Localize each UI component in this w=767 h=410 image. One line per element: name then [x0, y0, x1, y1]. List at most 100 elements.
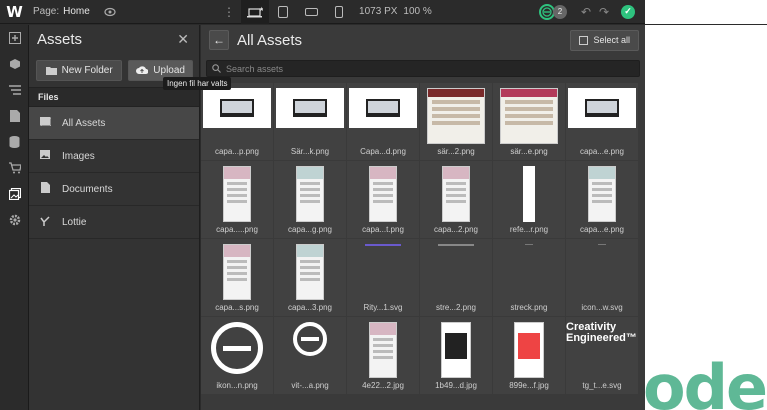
close-icon[interactable]: ✕: [177, 31, 189, 48]
desktop-breakpoint-button[interactable]: ★: [241, 0, 270, 24]
search-input[interactable]: [226, 63, 639, 74]
collaborators[interactable]: 2: [539, 3, 567, 20]
asset-tile[interactable]: Capa...d.png: [347, 83, 419, 160]
sidebar-item-lottie[interactable]: Lottie: [29, 206, 199, 239]
upload-label: Upload: [153, 65, 185, 76]
asset-filename: streck.png: [510, 303, 548, 312]
design-canvas[interactable]: ode: [645, 25, 767, 410]
asset-filename: Rity...1.svg: [363, 303, 403, 312]
asset-thumbnail: [296, 166, 324, 222]
asset-thumbnail: [369, 166, 397, 222]
undo-icon[interactable]: ↶: [577, 5, 595, 19]
collaborator-count: 2: [553, 4, 567, 19]
asset-tile[interactable]: capa...t.png: [347, 161, 419, 238]
mobile-portrait-icon: [335, 5, 344, 18]
assets-panel: Assets ✕ New Folder Upload Ingen fil har…: [29, 25, 232, 410]
asset-tile[interactable]: capa...e.png: [566, 83, 638, 160]
webflow-logo[interactable]: W: [0, 0, 29, 24]
asset-tile[interactable]: stre...2.png: [420, 239, 492, 316]
cms-database-icon[interactable]: [0, 129, 29, 155]
asset-tile[interactable]: icon...w.svg: [566, 239, 638, 316]
asset-tile[interactable]: 899e...f.jpg: [493, 317, 565, 394]
asset-filename: capa...e.png: [579, 147, 625, 156]
all-assets-title: All Assets: [237, 31, 303, 49]
sidebar-item-images[interactable]: Images: [29, 140, 199, 173]
asset-text-preview: Creativity Engineered™: [566, 321, 637, 344]
page-name: Home: [63, 6, 90, 17]
symbols-cube-icon[interactable]: [0, 51, 29, 77]
page-label: Page:: [33, 6, 60, 17]
asset-thumbnail: [525, 244, 533, 245]
asset-thumbnail: [438, 244, 474, 246]
mobile-portrait-breakpoint-button[interactable]: [325, 0, 353, 24]
asset-tile[interactable]: 1b49...d.jpg: [420, 317, 492, 394]
asset-tile[interactable]: capa...s.png: [201, 239, 273, 316]
tablet-breakpoint-button[interactable]: [269, 0, 297, 24]
asset-thumbnail: [349, 88, 417, 128]
asset-filename: Sär...k.png: [290, 147, 330, 156]
asset-tile[interactable]: Sär...k.png: [274, 83, 346, 160]
all-assets-panel: ← All Assets Select all capa...p.png Sär.…: [201, 25, 645, 410]
sidebar-item-label: Lottie: [62, 216, 87, 228]
asset-thumbnail: [500, 88, 558, 144]
new-folder-button[interactable]: New Folder: [36, 60, 123, 81]
preview-eye-icon[interactable]: [104, 7, 116, 17]
search-icon: [212, 64, 221, 73]
asset-tile[interactable]: sär...e.png: [493, 83, 565, 160]
asset-grid: capa...p.png Sär...k.png Capa...d.png sär..…: [201, 83, 645, 394]
asset-tile[interactable]: Rity...1.svg: [347, 239, 419, 316]
sidebar-item-all-assets[interactable]: All Assets: [29, 107, 199, 140]
checkbox-icon: [579, 35, 589, 45]
asset-thumbnail: [441, 322, 471, 378]
asset-tile[interactable]: streck.png: [493, 239, 565, 316]
asset-filename: capa...e.png: [579, 225, 625, 234]
add-elements-icon[interactable]: [0, 25, 29, 51]
asset-filename: stre...2.png: [435, 303, 477, 312]
publish-status-check-icon[interactable]: ✓: [621, 4, 635, 19]
asset-thumbnail: [568, 88, 636, 128]
asset-tile[interactable]: ikon...n.png: [201, 317, 273, 394]
asset-tile[interactable]: capa.....png: [201, 161, 273, 238]
mobile-landscape-breakpoint-button[interactable]: [297, 0, 325, 24]
asset-filename: capa...2.png: [433, 225, 479, 234]
back-arrow-icon[interactable]: ←: [209, 30, 229, 50]
ecommerce-cart-icon[interactable]: [0, 155, 29, 181]
select-all-button[interactable]: Select all: [570, 29, 639, 51]
asset-tile[interactable]: capa...2.png: [420, 161, 492, 238]
asset-tile[interactable]: capa...g.png: [274, 161, 346, 238]
asset-thumbnail: [203, 88, 271, 128]
more-options-icon[interactable]: ⋮: [217, 5, 241, 19]
asset-tile[interactable]: 4e22...2.jpg: [347, 317, 419, 394]
asset-tile[interactable]: capa...e.png: [566, 161, 638, 238]
tablet-icon: [278, 5, 289, 18]
asset-tile[interactable]: Creativity Engineered™ tg_t...e.svg: [566, 317, 638, 394]
asset-tile[interactable]: capa...3.png: [274, 239, 346, 316]
sidebar-item-label: All Assets: [62, 117, 106, 129]
canvas-top-strip: [645, 0, 767, 24]
redo-icon[interactable]: ↷: [595, 5, 613, 19]
pages-icon[interactable]: [0, 103, 29, 129]
lottie-icon: [40, 215, 50, 229]
asset-tile[interactable]: vit-...a.png: [274, 317, 346, 394]
search-bar[interactable]: [206, 60, 640, 77]
select-all-label: Select all: [593, 35, 630, 45]
canvas-heading-text: ode: [645, 351, 767, 410]
asset-filename: sär...e.png: [510, 147, 548, 156]
asset-tile[interactable]: sär...2.png: [420, 83, 492, 160]
asset-thumbnail: [523, 166, 535, 222]
asset-filename: 899e...f.jpg: [509, 381, 549, 390]
asset-tile[interactable]: capa...p.png: [201, 83, 273, 160]
asset-thumbnail: [293, 322, 327, 356]
asset-filename: tg_t...e.svg: [582, 381, 622, 390]
navigator-icon[interactable]: [0, 77, 29, 103]
page-selector[interactable]: Page: Home: [29, 6, 90, 17]
top-bar: W Page: Home ⋮ ★ 1073 PX 100 % 2 ↶ ↷ ✓: [0, 0, 767, 24]
sidebar-item-label: Images: [62, 150, 95, 162]
asset-thumbnail: [514, 322, 544, 378]
assets-icon[interactable]: [0, 181, 29, 207]
asset-thumbnail: [365, 244, 401, 246]
sidebar-item-documents[interactable]: Documents: [29, 173, 199, 206]
asset-tile[interactable]: refe...r.png: [493, 161, 565, 238]
settings-gear-icon[interactable]: [0, 207, 29, 233]
asset-filename: ikon...n.png: [216, 381, 258, 390]
